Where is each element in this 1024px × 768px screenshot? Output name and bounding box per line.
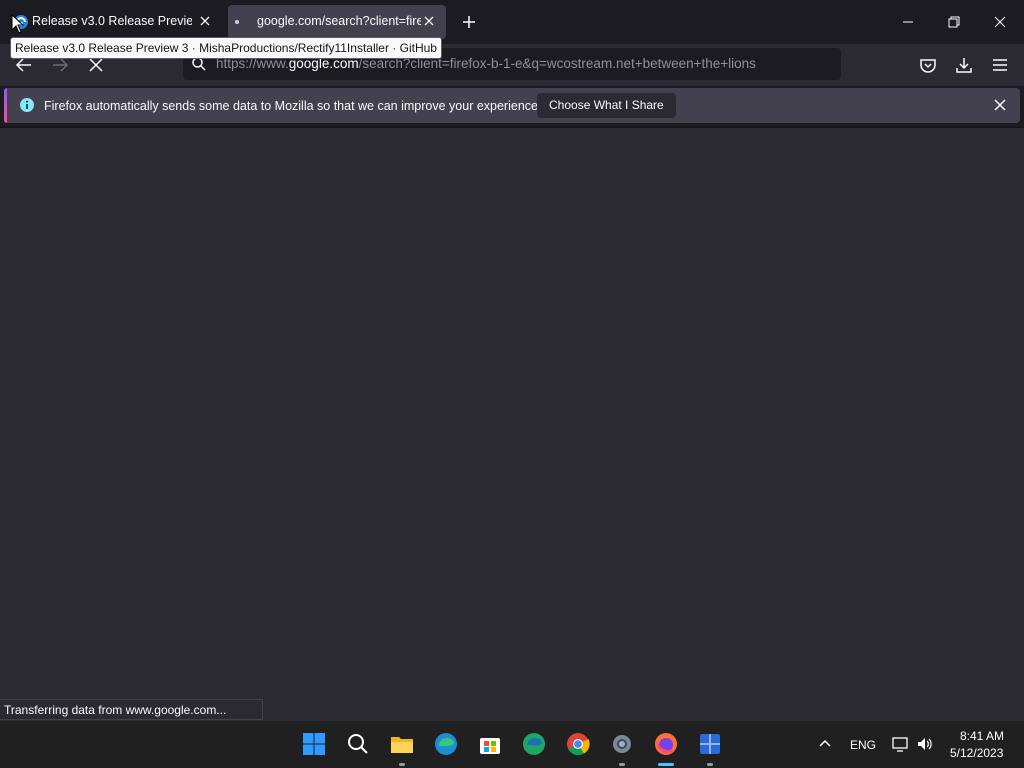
network-icon[interactable] xyxy=(891,735,909,753)
running-indicator xyxy=(399,763,405,766)
settings-gear-icon[interactable] xyxy=(609,731,635,757)
windows-start-icon[interactable] xyxy=(301,731,327,757)
firefox-icon[interactable] xyxy=(653,731,679,757)
new-tab-icon[interactable] xyxy=(459,12,479,32)
pocket-icon[interactable] xyxy=(917,54,939,76)
restore-icon[interactable] xyxy=(944,12,964,32)
search-icon[interactable] xyxy=(345,731,371,757)
menu-hamburger-icon[interactable] xyxy=(989,54,1011,76)
clock-time[interactable]: 8:41 AM xyxy=(960,729,1004,743)
file-explorer-icon[interactable] xyxy=(389,731,415,757)
close-notification-icon[interactable] xyxy=(992,97,1008,113)
minimize-icon[interactable] xyxy=(898,12,918,32)
data-collection-notification: Firefox automatically sends some data to… xyxy=(4,88,1020,123)
chevron-up-icon[interactable] xyxy=(816,735,834,753)
language-indicator[interactable]: ENG xyxy=(850,738,876,752)
close-tab-icon[interactable] xyxy=(198,14,212,28)
info-icon xyxy=(20,98,34,112)
mouse-cursor-icon xyxy=(11,14,25,34)
edge-icon[interactable] xyxy=(433,731,459,757)
tab-google-search[interactable]: google.com/search?client=firef xyxy=(228,5,446,39)
notification-message: Firefox automatically sends some data to… xyxy=(44,99,542,113)
clock-date[interactable]: 5/12/2023 xyxy=(950,746,1003,760)
edge-beta-icon[interactable] xyxy=(521,731,547,757)
loading-indicator-icon xyxy=(235,20,239,24)
close-window-icon[interactable] xyxy=(990,12,1010,32)
notification-accent xyxy=(4,88,7,123)
downloads-icon[interactable] xyxy=(953,54,975,76)
page-content xyxy=(0,127,1024,721)
taskbar: ENG 8:41 AM 5/12/2023 xyxy=(0,720,1024,768)
close-tab-icon[interactable] xyxy=(422,14,436,28)
volume-icon[interactable] xyxy=(916,735,934,753)
tab-title: google.com/search?client=firef xyxy=(257,14,421,28)
status-panel: Transferring data from www.google.com... xyxy=(0,699,263,720)
tab-tooltip: Release v3.0 Release Preview 3 · MishaPr… xyxy=(10,37,442,59)
tab-title: Release v3.0 Release Preview 3 xyxy=(32,14,192,28)
running-indicator xyxy=(707,763,713,766)
choose-what-i-share-button[interactable]: Choose What I Share xyxy=(537,93,676,118)
tab-github-release[interactable]: Release v3.0 Release Preview 3 xyxy=(4,5,222,39)
chrome-icon[interactable] xyxy=(565,731,591,757)
rectify11-installer-icon[interactable] xyxy=(697,731,723,757)
active-app-indicator xyxy=(658,763,674,766)
running-indicator xyxy=(619,763,625,766)
microsoft-store-icon[interactable] xyxy=(477,731,503,757)
